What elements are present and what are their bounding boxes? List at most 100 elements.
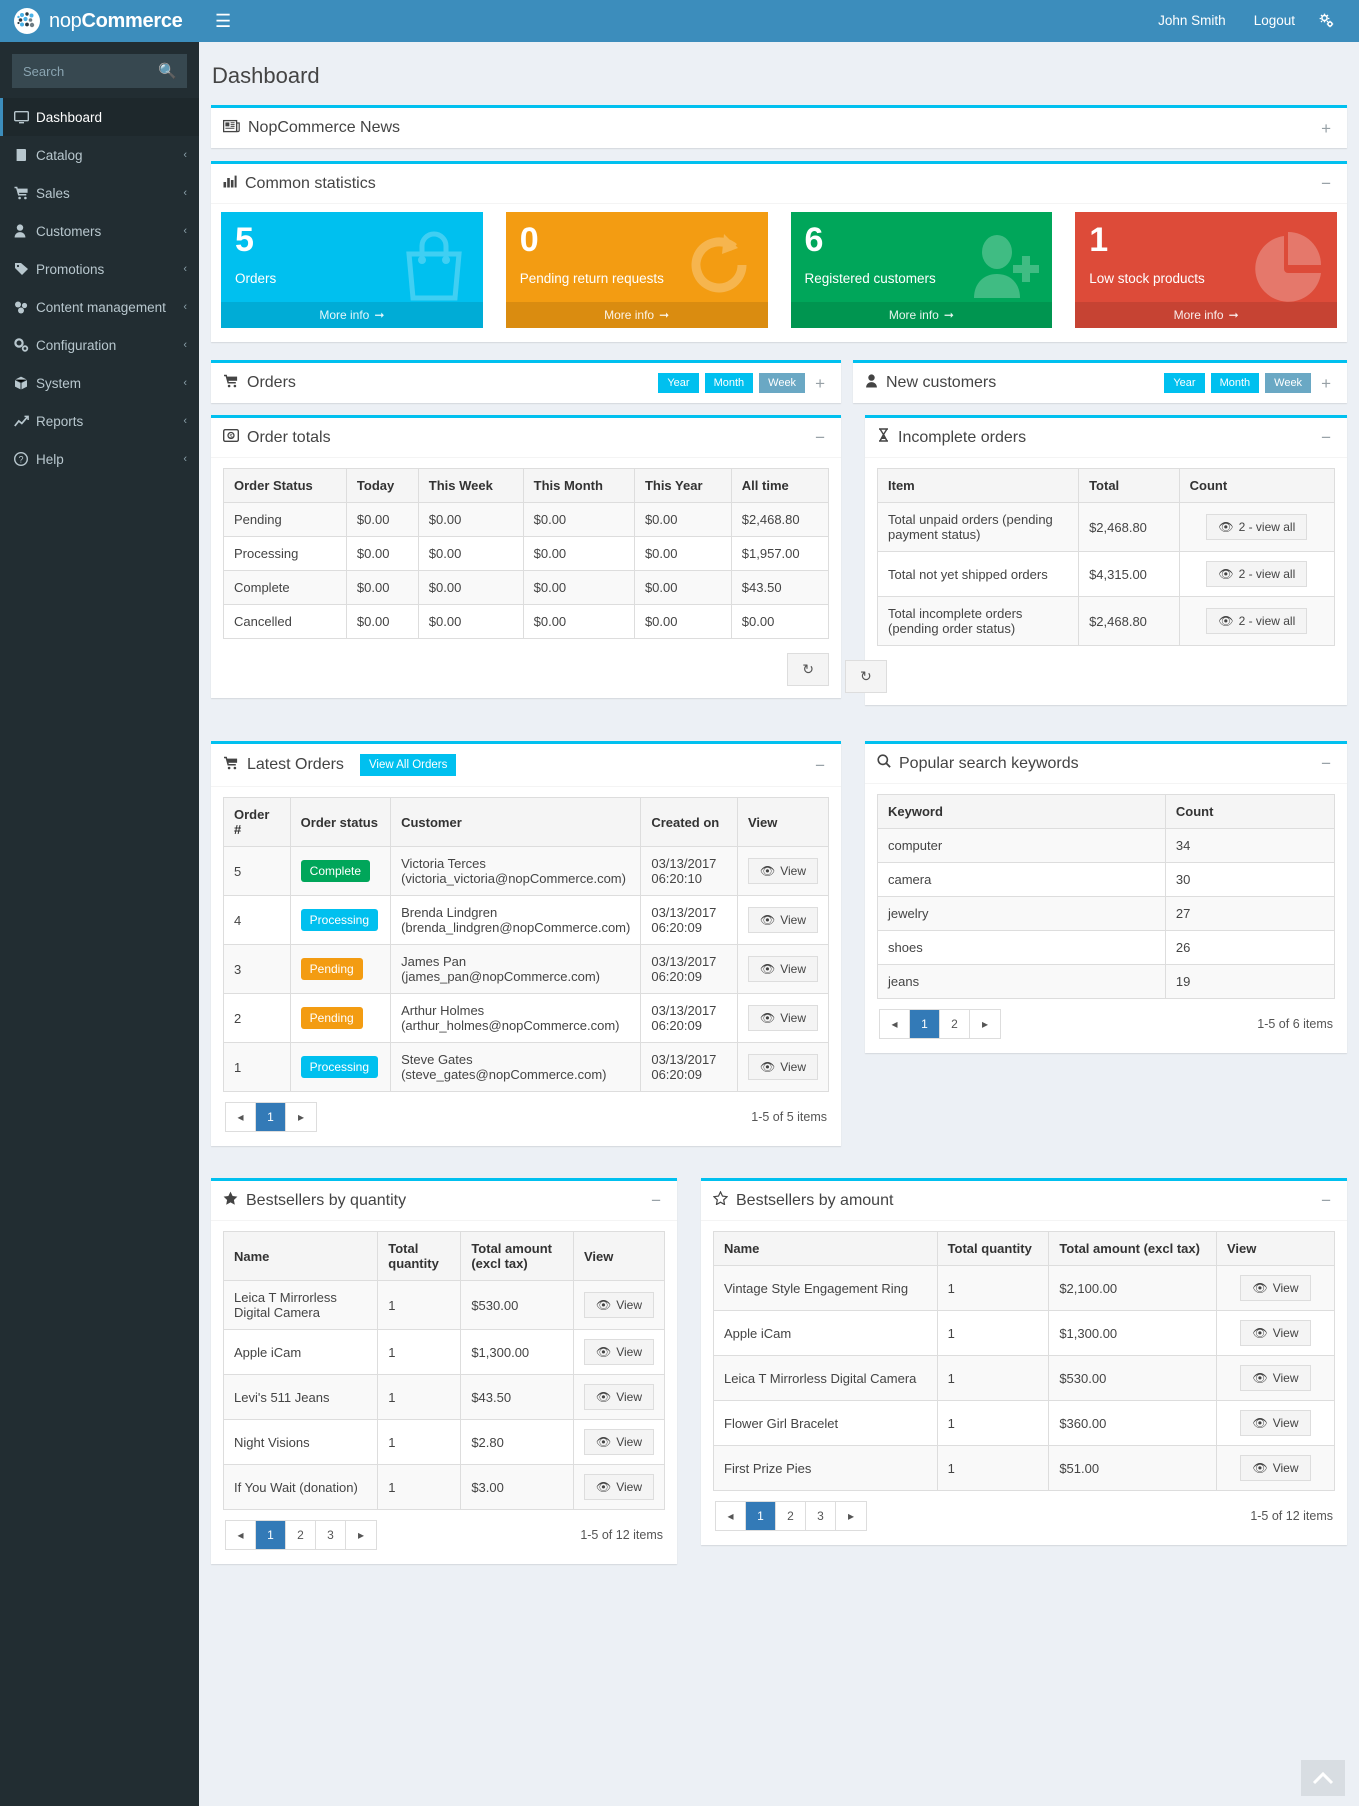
- expand-button[interactable]: +: [1317, 375, 1335, 392]
- refresh-icon[interactable]: ↻: [845, 660, 887, 693]
- table-head: Item Total Count: [878, 469, 1335, 503]
- eye-icon: 👁: [1252, 1326, 1267, 1340]
- view-order-button[interactable]: 👁View: [748, 956, 818, 982]
- cell-keyword: jeans: [878, 965, 1166, 999]
- sidebar-item-system[interactable]: System ‹: [0, 364, 199, 402]
- hamburger-menu-icon[interactable]: ☰: [215, 12, 231, 30]
- sidebar-item-reports[interactable]: Reports ‹: [0, 402, 199, 440]
- collapse-button[interactable]: −: [811, 429, 829, 446]
- view-order-button[interactable]: 👁View: [748, 907, 818, 933]
- statistics-cards: 5 Orders More info ➞ 0 Pending return re…: [211, 204, 1347, 342]
- view-product-button[interactable]: 👁View: [584, 1429, 654, 1455]
- top-navbar: ☰ John Smith Logout: [199, 0, 1359, 42]
- pager-prev-button[interactable]: ◂: [716, 1502, 746, 1530]
- current-user-link[interactable]: John Smith: [1144, 0, 1240, 42]
- orders-period-year-button[interactable]: Year: [658, 373, 698, 393]
- pager-next-button[interactable]: ▸: [970, 1010, 1000, 1038]
- view-product-button[interactable]: 👁View: [584, 1292, 654, 1318]
- pager-prev-button[interactable]: ◂: [880, 1010, 910, 1038]
- view-product-button[interactable]: 👁View: [1240, 1275, 1310, 1301]
- brand-logo[interactable]: nopCommerce: [0, 0, 199, 42]
- stat-card-pending-return-requests[interactable]: 0 Pending return requests More info ➞: [506, 212, 768, 328]
- pager-next-button[interactable]: ▸: [836, 1502, 866, 1530]
- customers-period-week-button[interactable]: Week: [1265, 373, 1311, 393]
- view-order-button[interactable]: 👁View: [748, 1054, 818, 1080]
- view-order-button[interactable]: 👁View: [748, 1005, 818, 1031]
- panel-tools: −: [647, 1192, 665, 1209]
- gear-settings-icon[interactable]: [1309, 13, 1345, 29]
- view-product-button[interactable]: 👁View: [1240, 1365, 1310, 1391]
- collapse-button[interactable]: −: [811, 757, 829, 774]
- view-all-button[interactable]: 👁 2 - view all: [1206, 608, 1307, 634]
- panel-body: Name Total quantity Total amount (excl t…: [211, 1221, 677, 1564]
- scroll-to-top-button[interactable]: [1301, 1760, 1345, 1796]
- view-product-button[interactable]: 👁View: [1240, 1320, 1310, 1346]
- search-input[interactable]: [13, 55, 229, 87]
- cubes-icon: [14, 300, 36, 314]
- collapse-button[interactable]: −: [1317, 429, 1335, 446]
- customer-email: (steve_gates@nopCommerce.com): [401, 1067, 630, 1082]
- view-product-button[interactable]: 👁View: [584, 1474, 654, 1500]
- collapse-button[interactable]: −: [1317, 755, 1335, 772]
- sidebar-item-sales[interactable]: Sales ‹: [0, 174, 199, 212]
- sidebar-item-configuration[interactable]: Configuration ‹: [0, 326, 199, 364]
- cell-all-time: $1,957.00: [731, 537, 828, 571]
- top-bar: nopCommerce ☰ John Smith Logout: [0, 0, 1359, 42]
- cell-count: 19: [1165, 965, 1334, 999]
- stat-more-info-link[interactable]: More info ➞: [506, 302, 768, 328]
- view-product-button[interactable]: 👁View: [584, 1384, 654, 1410]
- logout-link[interactable]: Logout: [1240, 0, 1309, 42]
- orders-period-month-button[interactable]: Month: [705, 373, 754, 393]
- view-all-button[interactable]: 👁 2 - view all: [1206, 561, 1307, 587]
- sidebar-item-content-management[interactable]: Content management ‹: [0, 288, 199, 326]
- sidebar-item-catalog[interactable]: Catalog ‹: [0, 136, 199, 174]
- view-all-button[interactable]: 👁 2 - view all: [1206, 514, 1307, 540]
- view-all-orders-button[interactable]: View All Orders: [360, 754, 456, 776]
- orders-period-week-button[interactable]: Week: [759, 373, 805, 393]
- stat-more-info-link[interactable]: More info ➞: [1075, 302, 1337, 328]
- stat-value: 6: [805, 223, 1039, 259]
- sidebar-item-promotions[interactable]: Promotions ‹: [0, 250, 199, 288]
- pager-page-1[interactable]: 1: [256, 1521, 286, 1549]
- table-body: Total unpaid orders (pending payment sta…: [878, 503, 1335, 646]
- pager-page-1[interactable]: 1: [910, 1010, 940, 1038]
- collapse-button[interactable]: −: [647, 1192, 665, 1209]
- stat-more-info-link[interactable]: More info ➞: [791, 302, 1053, 328]
- view-product-button[interactable]: 👁View: [1240, 1455, 1310, 1481]
- view-product-button[interactable]: 👁View: [1240, 1410, 1310, 1436]
- sidebar-search[interactable]: 🔍: [12, 54, 187, 88]
- stat-card-registered-customers[interactable]: 6 Registered customers More info ➞: [791, 212, 1053, 328]
- pager-next-button[interactable]: ▸: [346, 1521, 376, 1549]
- customers-period-month-button[interactable]: Month: [1211, 373, 1260, 393]
- customers-period-year-button[interactable]: Year: [1164, 373, 1204, 393]
- pager-prev-button[interactable]: ◂: [226, 1521, 256, 1549]
- sidebar-item-help[interactable]: ? Help ‹: [0, 440, 199, 478]
- pager-page-3[interactable]: 3: [316, 1521, 346, 1549]
- pager-page-1[interactable]: 1: [256, 1103, 286, 1131]
- pager-page-1[interactable]: 1: [746, 1502, 776, 1530]
- stat-card-low-stock-products[interactable]: 1 Low stock products More info ➞: [1075, 212, 1337, 328]
- refresh-icon[interactable]: ↻: [787, 653, 829, 686]
- stat-card-orders[interactable]: 5 Orders More info ➞: [221, 212, 483, 328]
- view-order-button[interactable]: 👁View: [748, 858, 818, 884]
- bar-chart-icon: [223, 175, 237, 193]
- pager-page-2[interactable]: 2: [776, 1502, 806, 1530]
- stat-label: Low stock products: [1089, 271, 1323, 286]
- view-product-button[interactable]: 👁View: [584, 1339, 654, 1365]
- pagination: ◂ 1 2 3 ▸: [715, 1501, 867, 1531]
- cell-keyword: shoes: [878, 931, 1166, 965]
- sidebar-item-dashboard[interactable]: Dashboard: [0, 98, 199, 136]
- collapse-button[interactable]: −: [1317, 1192, 1335, 1209]
- expand-button[interactable]: +: [811, 375, 829, 392]
- search-icon[interactable]: 🔍: [158, 62, 177, 80]
- collapse-button[interactable]: −: [1317, 175, 1335, 192]
- pager-page-3[interactable]: 3: [806, 1502, 836, 1530]
- expand-button[interactable]: +: [1317, 120, 1335, 137]
- stat-more-info-link[interactable]: More info ➞: [221, 302, 483, 328]
- pager-page-2[interactable]: 2: [286, 1521, 316, 1549]
- pager-page-2[interactable]: 2: [940, 1010, 970, 1038]
- pager-next-button[interactable]: ▸: [286, 1103, 316, 1131]
- pager-prev-button[interactable]: ◂: [226, 1103, 256, 1131]
- cell-view: 👁View: [1216, 1311, 1334, 1356]
- sidebar-item-customers[interactable]: Customers ‹: [0, 212, 199, 250]
